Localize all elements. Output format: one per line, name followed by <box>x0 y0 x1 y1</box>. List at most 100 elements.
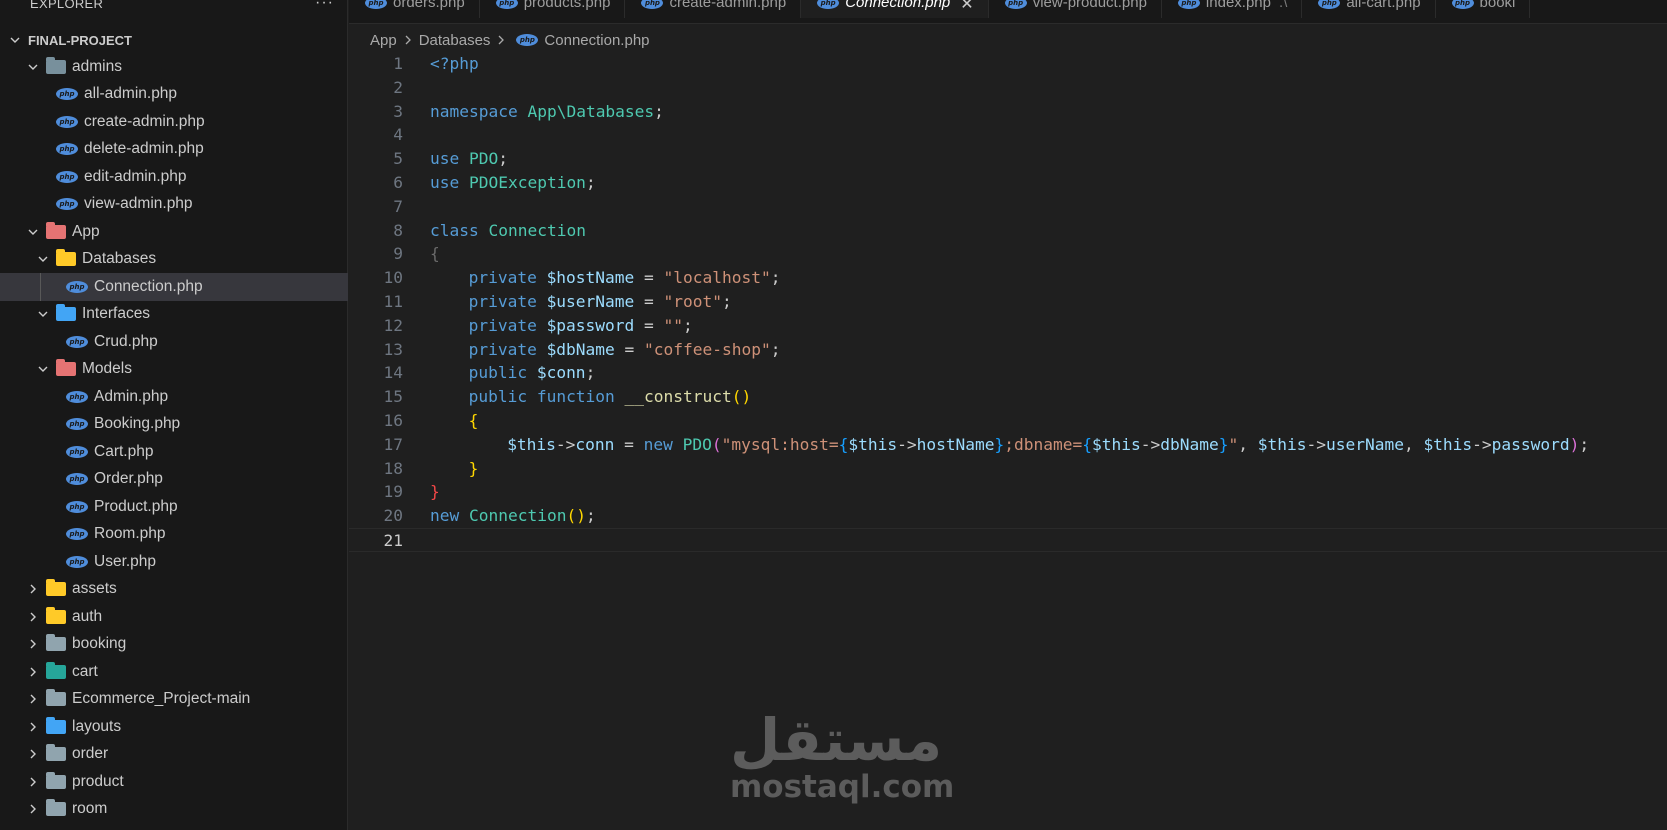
code-line: 7 <box>349 195 1667 219</box>
editor-tab[interactable]: php products.php <box>480 0 626 18</box>
file-tree: admins php all-admin.php php create-admin.ph… <box>0 53 348 823</box>
php-file-icon: php <box>56 143 78 156</box>
editor-tab[interactable]: php booki <box>1436 0 1531 18</box>
code-token: "mysql:host= <box>721 434 839 454</box>
tree-folder[interactable]: Interfaces <box>0 301 348 329</box>
editor-tab[interactable]: php orders.php <box>349 0 480 18</box>
php-file-icon: php <box>56 170 78 183</box>
tree-item-label: auth <box>72 607 103 625</box>
tree-file[interactable]: php Cart.php <box>0 438 348 466</box>
tree-item-label: Ecommerce_Project-main <box>72 690 251 708</box>
php-file-icon: php <box>1177 0 1200 9</box>
code-token: ;dbname= <box>1004 434 1083 454</box>
code-line: 15 public function __construct() <box>349 385 1667 409</box>
code-token: ; <box>1579 434 1590 454</box>
tree-item-label: edit-admin.php <box>84 167 187 185</box>
tree-item-label: Interfaces <box>82 305 151 323</box>
tree-folder[interactable]: Ecommerce_Project-main <box>0 686 348 714</box>
tree-file[interactable]: php Room.php <box>0 521 348 549</box>
editor-tab[interactable]: php all-cart.php <box>1302 0 1436 18</box>
breadcrumb: App Databases php Connection.php <box>349 28 650 52</box>
code-line: 13 private $dbName = "coffee-shop"; <box>349 338 1667 362</box>
code-token: Connection <box>488 220 586 240</box>
chevron-right-icon <box>494 33 508 47</box>
tree-file[interactable]: php Product.php <box>0 493 348 521</box>
line-number: 5 <box>393 149 403 169</box>
tree-folder[interactable]: auth <box>0 603 348 631</box>
watermark-latin: mostaql.com <box>730 769 955 805</box>
tree-file[interactable]: php Booking.php <box>0 411 348 439</box>
editor-tab[interactable]: php create-admin.php <box>625 0 802 18</box>
tree-file[interactable]: php edit-admin.php <box>0 163 348 191</box>
tree-item-label: order <box>72 745 109 763</box>
tree-file[interactable]: php User.php <box>0 548 348 576</box>
tree-folder[interactable]: product <box>0 768 348 796</box>
code-token: ; <box>498 149 508 169</box>
php-file-icon: php <box>641 0 664 9</box>
tree-item-label: room <box>72 800 108 818</box>
code-token: ; <box>585 363 596 383</box>
line-number: 11 <box>383 291 404 311</box>
tree-folder[interactable]: layouts <box>0 713 348 741</box>
code-token: $this <box>848 434 898 454</box>
close-icon[interactable]: ✕ <box>960 0 973 14</box>
project-root[interactable]: FINAL-PROJECT <box>0 28 348 52</box>
more-actions-icon[interactable]: ··· <box>315 0 334 12</box>
code-text: } <box>403 480 440 504</box>
code-token: $userName <box>546 291 635 311</box>
breadcrumb-item[interactable]: Databases <box>419 32 491 49</box>
tree-folder[interactable]: order <box>0 741 348 769</box>
tab-label: index.php <box>1205 0 1271 11</box>
tree-file[interactable]: php view-admin.php <box>0 191 348 219</box>
code-token: ; <box>654 101 664 121</box>
tree-folder[interactable]: booking <box>0 631 348 659</box>
tree-file[interactable]: php Order.php <box>0 466 348 494</box>
tree-folder[interactable]: Models <box>0 356 348 384</box>
code-line: 5 use PDO; <box>349 147 1667 171</box>
code-text: use PDO; <box>403 147 508 171</box>
code-line: 2 <box>349 76 1667 100</box>
code-token: password <box>1491 434 1570 454</box>
tree-file[interactable]: php delete-admin.php <box>0 136 348 164</box>
code-text: public $conn; <box>403 361 596 385</box>
tree-file[interactable]: php Crud.php <box>0 328 348 356</box>
breadcrumb-item[interactable]: App <box>370 32 397 49</box>
tree-folder[interactable]: room <box>0 796 348 824</box>
editor-tab[interactable]: php index.php .\ <box>1162 0 1303 18</box>
code-token: " <box>1228 434 1239 454</box>
tree-item-label: layouts <box>72 717 122 735</box>
code-token: PDO <box>682 434 712 454</box>
folder-icon <box>46 689 66 707</box>
tree-folder[interactable]: Databases <box>0 246 348 274</box>
line-number: 17 <box>383 434 404 454</box>
tree-folder[interactable]: cart <box>0 658 348 686</box>
editor-tab[interactable]: php Connection.php ✕ <box>801 0 989 18</box>
line-number: 16 <box>383 410 404 430</box>
php-file-icon: php <box>56 198 78 211</box>
folder-icon <box>46 771 66 789</box>
tree-file[interactable]: php Admin.php <box>0 383 348 411</box>
breadcrumb-item[interactable]: Connection.php <box>544 32 649 49</box>
code-editor[interactable]: 1 <?php 2 3 namespace App\Databases; 4 5 use PD… <box>349 52 1667 830</box>
editor-tab[interactable]: php view-product.php <box>989 0 1162 18</box>
tree-folder[interactable]: App <box>0 218 348 246</box>
chevron-right-icon <box>26 747 40 761</box>
line-number: 12 <box>383 315 404 335</box>
code-line: 18} <box>349 457 1667 481</box>
code-token: ; <box>585 172 596 192</box>
code-token: "coffee-shop" <box>644 339 771 359</box>
line-number: 19 <box>383 482 404 502</box>
chevron-right-icon <box>26 582 40 596</box>
tree-file[interactable]: php Connection.php <box>0 273 348 301</box>
tree-file[interactable]: php all-admin.php <box>0 81 348 109</box>
code-line: 21 <box>349 527 1667 552</box>
line-number: 2 <box>393 77 403 97</box>
chevron-down-icon <box>26 225 40 239</box>
php-file-icon: php <box>66 500 88 513</box>
tree-folder[interactable]: assets <box>0 576 348 604</box>
tree-folder[interactable]: admins <box>0 53 348 81</box>
line-number: 20 <box>383 506 404 526</box>
tree-file[interactable]: php create-admin.php <box>0 108 348 136</box>
